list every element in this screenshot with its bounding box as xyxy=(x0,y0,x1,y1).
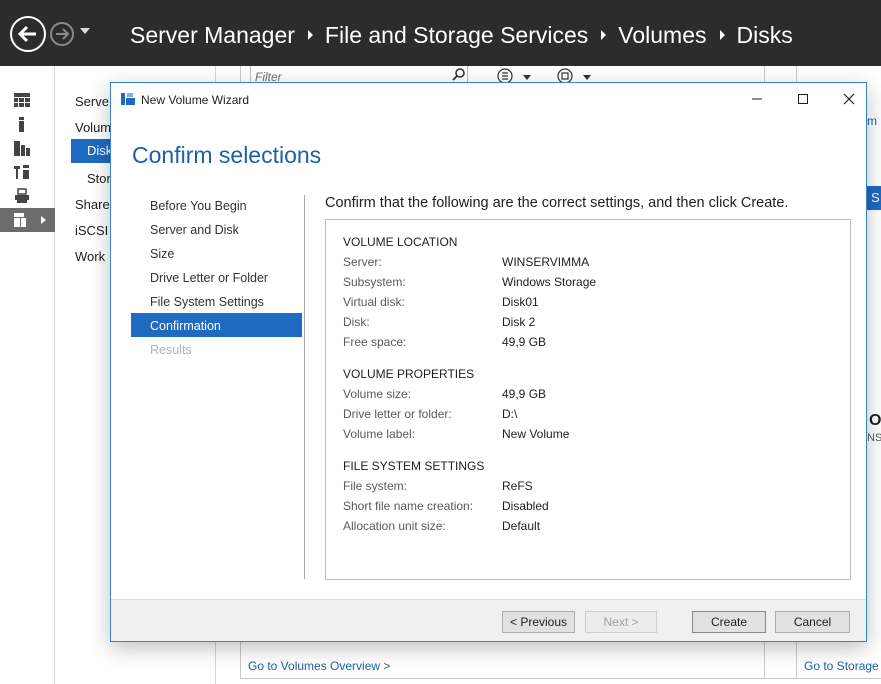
row-value: WINSERVIMMA xyxy=(502,255,590,269)
row-label: Drive letter or folder: xyxy=(343,407,452,421)
breadcrumb-file-and-storage[interactable]: File and Storage Services xyxy=(325,22,588,49)
icon-rail xyxy=(0,66,55,684)
minimize-icon xyxy=(752,98,762,100)
breadcrumb-separator-icon xyxy=(601,30,607,40)
expand-arrow-icon[interactable] xyxy=(41,216,46,224)
create-button[interactable]: Create xyxy=(692,611,766,633)
row-label: Server: xyxy=(343,255,382,269)
breadcrumb-separator-icon xyxy=(719,30,725,40)
right-panel-fragment: NS xyxy=(867,432,881,444)
go-to-volumes-link[interactable]: Go to Volumes Overview > xyxy=(248,659,390,673)
step-size[interactable]: Size xyxy=(131,241,302,265)
row-label: Allocation unit size: xyxy=(343,519,446,533)
roles-icon xyxy=(14,165,29,179)
rail-dashboard[interactable] xyxy=(0,88,55,112)
all-servers-icon xyxy=(14,141,30,156)
step-confirmation[interactable]: Confirmation xyxy=(131,313,302,337)
step-file-system-settings[interactable]: File System Settings xyxy=(131,289,302,313)
minimize-button[interactable] xyxy=(734,83,780,115)
row-value: 49,9 GB xyxy=(502,335,547,349)
row-label: Free space: xyxy=(343,335,407,349)
rail-file-storage[interactable] xyxy=(0,208,55,232)
breadcrumb: Server Manager File and Storage Services… xyxy=(130,20,793,50)
nav-item-work-folders[interactable]: Work xyxy=(75,249,105,264)
save-query-dropdown-icon[interactable] xyxy=(583,75,591,80)
section-title-volume-location: VOLUME LOCATION xyxy=(343,235,458,249)
row-label: Subsystem: xyxy=(343,275,406,289)
right-panel-fragment: O xyxy=(869,412,881,429)
local-server-icon xyxy=(19,117,24,132)
row-label: Volume label: xyxy=(343,427,416,441)
wizard-title: New Volume Wizard xyxy=(141,93,250,107)
maximize-button[interactable] xyxy=(780,83,826,115)
breadcrumb-disks: Disks xyxy=(736,21,793,48)
row-value: Disk 2 xyxy=(502,315,536,329)
close-icon xyxy=(843,93,855,105)
right-panel-header: S xyxy=(867,186,881,210)
row-value: Disabled xyxy=(502,499,549,513)
rail-roles[interactable] xyxy=(0,160,55,184)
go-to-storage-link[interactable]: Go to Storage xyxy=(804,659,879,673)
nav-item-iscsi[interactable]: iSCSI xyxy=(75,223,108,238)
nav-item-volumes[interactable]: Volum xyxy=(75,120,111,135)
section-title-file-system-settings: FILE SYSTEM SETTINGS xyxy=(343,459,485,473)
wizard-footer: < Previous Next > Create Cancel xyxy=(111,599,866,641)
title-bar: Server Manager File and Storage Services… xyxy=(0,0,881,66)
search-icon[interactable] xyxy=(452,68,466,82)
nav-item-servers[interactable]: Serve xyxy=(75,94,109,109)
row-value: Disk01 xyxy=(502,295,539,309)
page-title: Confirm selections xyxy=(132,142,322,168)
rail-print[interactable] xyxy=(0,184,55,208)
file-storage-icon xyxy=(14,213,26,227)
forward-arrow-icon[interactable] xyxy=(50,22,74,46)
dashboard-icon xyxy=(14,93,30,107)
previous-button[interactable]: < Previous xyxy=(502,611,575,633)
breadcrumb-server-manager[interactable]: Server Manager xyxy=(130,22,295,49)
row-value: New Volume xyxy=(502,427,570,441)
row-label: Volume size: xyxy=(343,387,412,401)
new-volume-wizard: New Volume Wizard Confirm selections Bef… xyxy=(110,82,867,642)
row-value: D:\ xyxy=(502,407,518,421)
steps-divider xyxy=(304,195,305,579)
panel-divider xyxy=(240,678,881,679)
history-dropdown-icon[interactable] xyxy=(80,28,90,34)
print-services-icon xyxy=(15,188,29,203)
rail-local-server[interactable] xyxy=(0,112,55,136)
row-label: File system: xyxy=(343,479,408,493)
breadcrumb-volumes[interactable]: Volumes xyxy=(618,22,706,49)
rail-all-servers[interactable] xyxy=(0,136,55,160)
next-button: Next > xyxy=(585,611,657,633)
step-results: Results xyxy=(150,343,192,357)
wizard-title-bar[interactable]: New Volume Wizard xyxy=(111,83,866,115)
maximize-icon xyxy=(798,94,808,104)
section-title-volume-properties: VOLUME PROPERTIES xyxy=(343,367,475,381)
cancel-button[interactable]: Cancel xyxy=(775,611,850,633)
instruction-text: Confirm that the following are the corre… xyxy=(325,195,789,211)
list-options-dropdown-icon[interactable] xyxy=(523,75,531,80)
row-value: ReFS xyxy=(502,479,533,493)
back-arrow-icon[interactable] xyxy=(10,16,46,52)
row-value: 49,9 GB xyxy=(502,387,547,401)
step-before-you-begin[interactable]: Before You Begin xyxy=(131,193,302,217)
settings-summary: VOLUME LOCATION Server: WINSERVIMMA Subs… xyxy=(325,219,851,580)
breadcrumb-separator-icon xyxy=(307,30,313,40)
step-drive-letter-or-folder[interactable]: Drive Letter or Folder xyxy=(131,265,302,289)
row-value: Default xyxy=(502,519,541,533)
nav-item-shares[interactable]: Share xyxy=(75,197,110,212)
row-label: Short file name creation: xyxy=(343,499,474,513)
close-button[interactable] xyxy=(826,83,872,115)
wizard-app-icon xyxy=(121,93,135,105)
row-label: Disk: xyxy=(343,315,370,329)
right-panel-fragment: m xyxy=(867,114,877,128)
step-server-and-disk[interactable]: Server and Disk xyxy=(131,217,302,241)
row-value: Windows Storage xyxy=(502,275,597,289)
nav-item-storage-pools[interactable]: Stor xyxy=(87,171,111,186)
row-label: Virtual disk: xyxy=(343,295,405,309)
